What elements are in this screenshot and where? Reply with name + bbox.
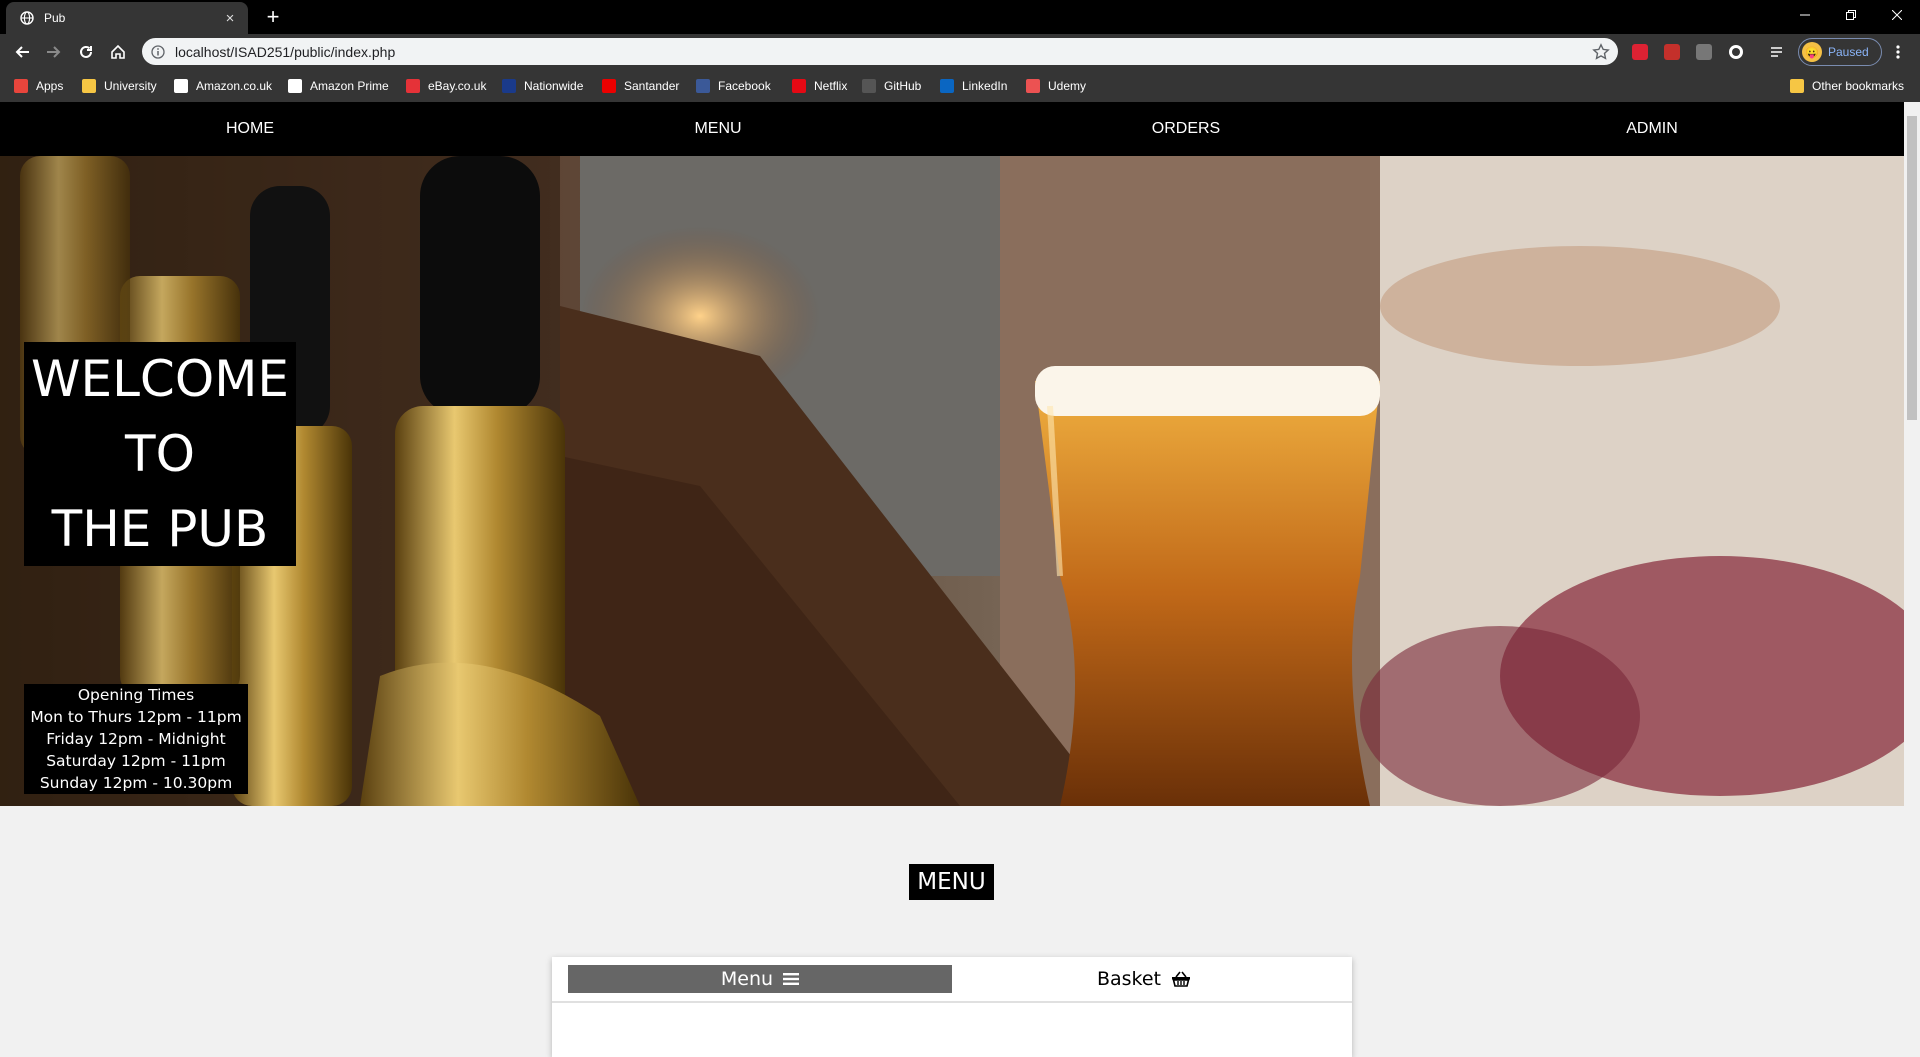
netflix-icon — [792, 79, 806, 93]
back-arrow-icon[interactable] — [10, 40, 34, 64]
panel-divider — [552, 1001, 1352, 1003]
bookmark-star-icon[interactable] — [1592, 42, 1610, 61]
minimize-icon[interactable] — [1782, 0, 1828, 30]
pocket-extension-icon[interactable] — [1632, 44, 1648, 60]
opening-times-box: Opening Times Mon to Thurs 12pm - 11pm F… — [24, 684, 248, 794]
welcome-line: TO — [125, 425, 195, 483]
tab-menu-label: Menu — [720, 968, 774, 990]
globe-icon — [20, 11, 34, 25]
bookmark-label: eBay.co.uk — [428, 79, 487, 93]
hamburger-icon — [783, 973, 800, 985]
bookmark-item[interactable]: Other bookmarks — [1790, 77, 1904, 95]
bookmark-label: University — [104, 79, 157, 93]
reload-icon[interactable] — [74, 40, 98, 64]
bookmark-label: Other bookmarks — [1812, 79, 1905, 93]
bookmark-label: Amazon Prime — [310, 79, 389, 93]
new-tab-button[interactable]: + — [262, 6, 284, 28]
bookmark-item[interactable]: Apps — [14, 77, 63, 95]
bookmark-item[interactable]: Facebook — [696, 77, 771, 95]
bookmark-label: Facebook — [718, 79, 771, 93]
site-nav: HOME MENU ORDERS ADMIN — [0, 102, 1904, 156]
github-extension-icon[interactable] — [1728, 44, 1744, 60]
menu-basket-panel: Menu Basket — [552, 957, 1352, 1057]
address-bar[interactable]: localhost/ISAD251/public/index.php — [142, 38, 1618, 65]
bookmark-item[interactable]: Amazon.co.uk — [174, 77, 272, 95]
opening-times-line: Friday 12pm - Midnight — [46, 730, 226, 748]
folder-icon — [82, 79, 96, 93]
folder-icon — [1790, 79, 1804, 93]
browser-tab[interactable]: Pub × — [6, 2, 248, 34]
ebay-icon — [406, 79, 420, 93]
bookmark-item[interactable]: LinkedIn — [940, 77, 1007, 95]
profile-status: Paused — [1828, 45, 1869, 59]
amazon-icon — [288, 79, 302, 93]
hero-image: WELCOME TO THE PUB Opening Times Mon to … — [0, 156, 1904, 806]
opening-times-line: Sunday 12pm - 10.30pm — [39, 774, 233, 792]
santander-icon — [602, 79, 616, 93]
bookmark-item[interactable]: Nationwide — [502, 77, 583, 95]
welcome-line: THE PUB — [51, 500, 269, 558]
nav-orders[interactable]: ORDERS — [948, 102, 1424, 156]
bookmark-item[interactable]: University — [82, 77, 157, 95]
avatar: 😛 — [1802, 42, 1822, 62]
welcome-line: WELCOME — [31, 350, 289, 408]
kebab-menu-icon[interactable] — [1886, 40, 1910, 64]
bookmark-label: LinkedIn — [962, 79, 1008, 93]
bookmark-item[interactable]: Amazon Prime — [288, 77, 389, 95]
extension-icon[interactable] — [1696, 44, 1712, 60]
bookmark-label: GitHub — [884, 79, 922, 93]
tab-menu[interactable]: Menu — [568, 965, 952, 993]
url-text[interactable]: localhost/ISAD251/public/index.php — [175, 44, 1592, 60]
media-queue-icon[interactable] — [1770, 44, 1786, 60]
basket-icon — [1172, 971, 1191, 987]
opening-times-title: Opening Times — [77, 686, 195, 704]
udemy-icon — [1026, 79, 1040, 93]
nationwide-icon — [502, 79, 516, 93]
bookmark-item[interactable]: Udemy — [1026, 77, 1086, 95]
tab-close-icon[interactable]: × — [222, 10, 238, 27]
facebook-icon — [696, 79, 710, 93]
browser-toolbar: localhost/ISAD251/public/index.php 😛 Pau… — [0, 34, 1920, 70]
menu-heading: MENU — [909, 864, 994, 900]
bookmark-label: Nationwide — [524, 79, 584, 93]
close-icon[interactable] — [1874, 0, 1920, 30]
bookmark-item[interactable]: Santander — [602, 77, 679, 95]
browser-titlebar: Pub × + — [0, 0, 1920, 34]
scrollbar-thumb[interactable] — [1907, 116, 1917, 420]
profile-button[interactable]: 😛 Paused — [1798, 38, 1882, 66]
tab-title: Pub — [44, 11, 66, 25]
home-icon[interactable] — [106, 40, 130, 64]
bookmark-item[interactable]: GitHub — [862, 77, 921, 95]
nav-menu[interactable]: MENU — [480, 102, 956, 156]
forward-arrow-icon[interactable] — [42, 40, 66, 64]
welcome-banner: WELCOME TO THE PUB — [24, 342, 296, 566]
apps-grid-icon — [14, 79, 28, 93]
nav-admin[interactable]: ADMIN — [1414, 102, 1890, 156]
video-extension-icon[interactable] — [1664, 44, 1680, 60]
bookmarks-bar: Apps University Amazon.co.uk Amazon Prime eB… — [0, 70, 1920, 102]
bookmark-label: Udemy — [1048, 79, 1087, 93]
restore-icon[interactable] — [1828, 0, 1874, 30]
info-icon[interactable] — [151, 44, 165, 59]
amazon-icon — [174, 79, 188, 93]
nav-home[interactable]: HOME — [12, 102, 488, 156]
tab-basket-label: Basket — [1096, 968, 1161, 990]
tab-basket[interactable]: Basket — [952, 965, 1336, 993]
bookmark-label: Apps — [36, 79, 64, 93]
bookmark-item[interactable]: Netflix — [792, 77, 847, 95]
bookmark-label: Netflix — [814, 79, 848, 93]
opening-times-line: Mon to Thurs 12pm - 11pm — [30, 708, 242, 726]
bookmark-item[interactable]: eBay.co.uk — [406, 77, 486, 95]
linkedin-icon — [940, 79, 954, 93]
bookmark-label: Amazon.co.uk — [196, 79, 273, 93]
opening-times-line: Saturday 12pm - 11pm — [46, 752, 226, 770]
bookmark-label: Santander — [624, 79, 680, 93]
github-icon — [862, 79, 876, 93]
